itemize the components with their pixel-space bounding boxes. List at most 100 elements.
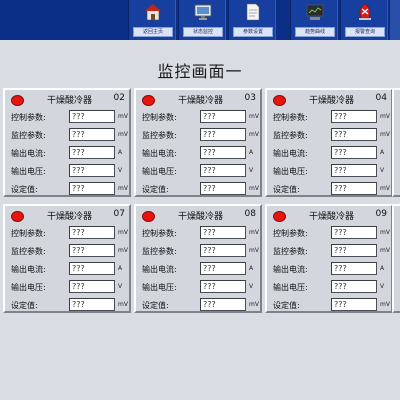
control-unit: mV [380,113,390,120]
current-unit: A [249,265,254,272]
device-number: 09 [375,209,387,219]
control-unit: mV [249,229,259,236]
monitor-value-field[interactable]: ??? [331,244,377,257]
setpoint-label: 设定值: [11,185,38,194]
panel-partial-right [392,88,400,197]
nav-button-alarm[interactable]: 报警查询 [340,0,388,40]
control-label: 控制参数: [142,229,177,238]
nav-button-home[interactable]: 返回主页 [128,0,176,40]
current-value-field[interactable]: ??? [331,262,377,275]
nav-label-home: 返回主页 [133,27,173,37]
device-panel: 干燥酸冷器 04 控制参数:??? mV 监控参数:??? mV 输出电流:??? A 输出电压… [265,88,393,197]
monitor-value-field[interactable]: ??? [69,244,115,257]
current-unit: A [380,149,385,156]
current-value-field[interactable]: ??? [69,262,115,275]
device-name: 干燥酸冷器 [47,96,93,106]
current-value-field[interactable]: ??? [331,146,377,159]
voltage-label: 输出电压: [142,283,177,292]
setpoint-unit: mV [118,185,128,192]
device-panel: 干燥酸冷器 07 控制参数:??? mV 监控参数:??? mV 输出电流:??? A 输出电压… [3,204,131,313]
nav-label-params: 参数设置 [233,27,273,37]
control-value-field[interactable]: ??? [331,110,377,123]
nav-label-alarm: 报警查询 [345,27,385,37]
device-name: 干燥酸冷器 [47,212,93,222]
voltage-unit: V [380,167,385,174]
setpoint-value-field[interactable]: ??? [69,182,115,195]
setpoint-value-field[interactable]: ??? [331,298,377,311]
monitor-value-field[interactable]: ??? [200,128,246,141]
control-value-field[interactable]: ??? [69,110,115,123]
monitor-value-field[interactable]: ??? [331,128,377,141]
voltage-value-field[interactable]: ??? [331,280,377,293]
monitor-unit: mV [118,247,128,254]
voltage-value-field[interactable]: ??? [200,164,246,177]
monitor-value-field[interactable]: ??? [69,128,115,141]
voltage-value-field[interactable]: ??? [69,280,115,293]
control-value-field[interactable]: ??? [69,226,115,239]
voltage-unit: V [380,283,385,290]
device-panel: 干燥酸冷器 03 控制参数:??? mV 监控参数:??? mV 输出电流:??? A 输出电压… [134,88,262,197]
nav-button-status[interactable]: 状态监控 [178,0,226,40]
control-value-field[interactable]: ??? [331,226,377,239]
voltage-unit: V [118,283,123,290]
control-value-field[interactable]: ??? [200,226,246,239]
page-title: 监控画面一 [157,62,243,81]
monitor-unit: mV [380,247,390,254]
device-name: 干燥酸冷器 [309,96,355,106]
setpoint-value-field[interactable]: ??? [200,298,246,311]
control-label: 控制参数: [11,113,46,122]
status-led [273,211,286,222]
nav-button-params[interactable]: 参数设置 [228,0,276,40]
setpoint-value-field[interactable]: ??? [69,298,115,311]
topbar-edge [390,0,400,40]
current-label: 输出电流: [273,265,308,274]
monitor-label: 监控参数: [273,131,308,140]
setpoint-value-field[interactable]: ??? [331,182,377,195]
control-label: 控制参数: [273,229,308,238]
voltage-unit: V [118,167,123,174]
setpoint-label: 设定值: [273,185,300,194]
current-label: 输出电流: [273,149,308,158]
control-unit: mV [380,229,390,236]
current-unit: A [118,149,123,156]
control-value-field[interactable]: ??? [200,110,246,123]
setpoint-unit: mV [118,301,128,308]
voltage-value-field[interactable]: ??? [331,164,377,177]
voltage-label: 输出电压: [273,283,308,292]
status-led [273,95,286,106]
device-name: 干燥酸冷器 [309,212,355,222]
current-unit: A [380,265,385,272]
current-value-field[interactable]: ??? [69,146,115,159]
voltage-label: 输出电压: [11,167,46,176]
control-unit: mV [118,113,128,120]
current-value-field[interactable]: ??? [200,146,246,159]
monitor-unit: mV [380,131,390,138]
voltage-value-field[interactable]: ??? [200,280,246,293]
setpoint-unit: mV [249,185,259,192]
monitor-unit: mV [118,131,128,138]
device-name: 干燥酸冷器 [178,212,224,222]
current-unit: A [118,265,123,272]
device-number: 04 [375,93,387,103]
status-led [11,211,24,222]
setpoint-label: 设定值: [11,301,38,310]
nav-label-trend: 趋势曲线 [295,27,335,37]
device-number: 07 [113,209,125,219]
monitor-label: 监控参数: [11,247,46,256]
status-led [11,95,24,106]
current-value-field[interactable]: ??? [200,262,246,275]
nav-button-trend[interactable]: 趋势曲线 [290,0,338,40]
control-unit: mV [249,113,259,120]
monitor-value-field[interactable]: ??? [200,244,246,257]
monitor-unit: mV [249,247,259,254]
voltage-unit: V [249,283,254,290]
alarm-icon [359,3,371,20]
nav-label-status: 状态监控 [183,27,223,37]
current-label: 输出电流: [11,149,46,158]
monitor-label: 监控参数: [142,247,177,256]
current-label: 输出电流: [11,265,46,274]
voltage-unit: V [249,167,254,174]
voltage-value-field[interactable]: ??? [69,164,115,177]
setpoint-value-field[interactable]: ??? [200,182,246,195]
monitor-label: 监控参数: [11,131,46,140]
